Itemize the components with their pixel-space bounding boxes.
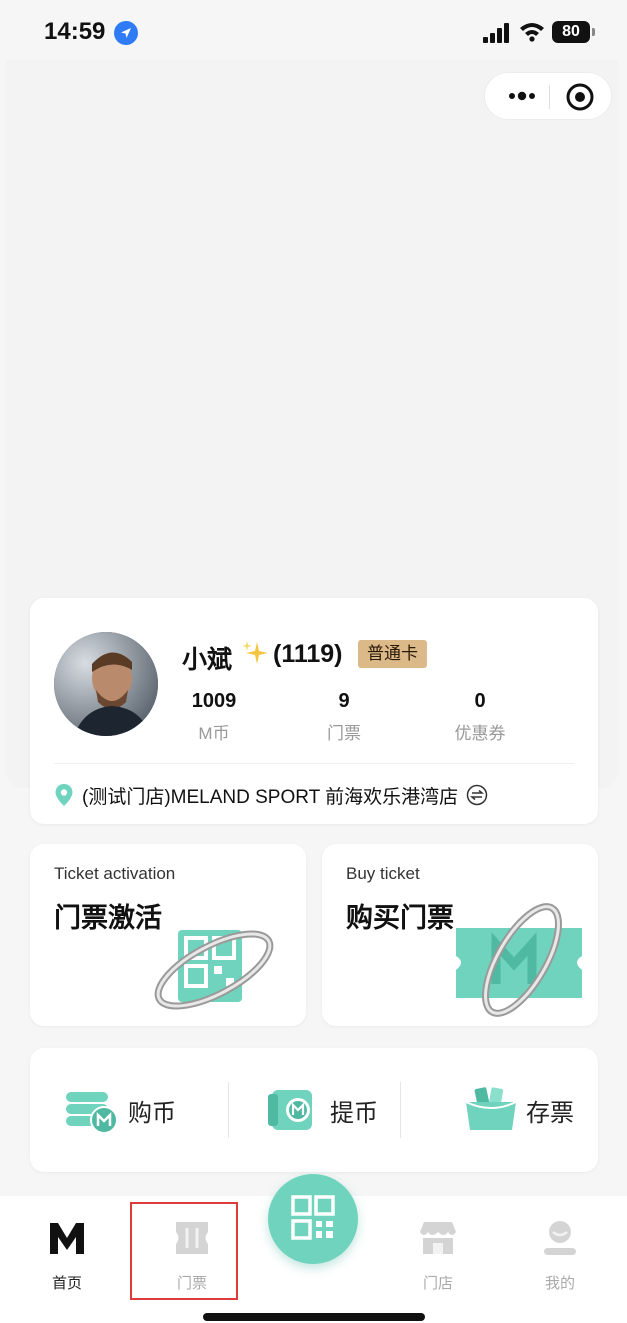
quick-actions-card: 购币 提币 存票 [30, 1048, 598, 1172]
meland-logo-icon [50, 1223, 84, 1254]
avatar[interactable] [54, 632, 158, 736]
location-pin-icon [55, 784, 73, 806]
home-indicator [203, 1313, 425, 1321]
withdraw-coin-label: 提币 [330, 1099, 378, 1127]
wifi-icon [520, 23, 544, 42]
buy-coin-label: 购币 [128, 1099, 176, 1127]
switch-store-icon[interactable] [466, 784, 488, 806]
stat-tickets-label: 门票 [327, 724, 361, 743]
miniprogram-capsule [484, 72, 612, 120]
status-bar: 14:59 80 [0, 0, 627, 64]
wallet-coin-icon [268, 1090, 312, 1130]
quick-divider [400, 1082, 401, 1138]
ticket-activation-label: 门票激活 [54, 903, 162, 933]
scan-qr-button[interactable] [268, 1174, 358, 1264]
stat-tickets-value: 9 [338, 690, 350, 712]
qr-code-icon [291, 1195, 335, 1240]
buy-ticket-card[interactable]: Buy ticket 购买门票 [322, 844, 598, 1026]
close-miniprogram-icon[interactable] [563, 80, 597, 114]
member-level-badge: 普通卡 [358, 640, 427, 668]
tab-mine-label: 我的 [544, 1275, 575, 1292]
profile-card: 小斌 (1119) 普通卡 1009 M币 9 门票 0 优惠券 (测试门店)M… [30, 598, 598, 824]
coin-stack-icon [66, 1092, 118, 1134]
qr-ring-illustration-icon [154, 930, 274, 1010]
ticket-activation-en-label: Ticket activation [54, 864, 176, 883]
tab-home-label: 首页 [51, 1275, 82, 1292]
tab-stores-label: 门店 [422, 1275, 453, 1292]
tab-mine[interactable]: 我的 [520, 1218, 600, 1293]
quick-divider [228, 1082, 229, 1138]
stat-coupons-label: 优惠券 [454, 724, 506, 743]
ticket-activation-card[interactable]: Ticket activation 门票激活 [30, 844, 306, 1026]
sparkle-icon [242, 641, 268, 664]
stat-tickets[interactable]: 9 门票 [284, 690, 404, 744]
stat-coins[interactable]: 1009 M币 [154, 690, 274, 744]
cellular-signal-icon [483, 23, 509, 43]
storefront-icon [420, 1222, 456, 1254]
buy-coin-button[interactable]: 购币 [64, 1048, 176, 1172]
ticket-box-icon [465, 1087, 517, 1130]
stat-coupons-value: 0 [474, 690, 486, 712]
stat-coins-label: M币 [198, 724, 230, 743]
more-options-icon[interactable] [497, 73, 547, 119]
tab-stores[interactable]: 门店 [398, 1218, 478, 1293]
store-ticket-label: 存票 [526, 1099, 574, 1127]
user-profile-icon [544, 1221, 576, 1255]
tab-tickets-highlight [130, 1202, 238, 1300]
stat-coins-value: 1009 [191, 690, 237, 712]
profile-divider [54, 763, 574, 764]
withdraw-coin-button[interactable]: 提币 [266, 1048, 378, 1172]
buy-ticket-label: 购买门票 [346, 903, 454, 933]
ticket-ring-illustration-icon [456, 903, 582, 1017]
buy-ticket-en-label: Buy ticket [346, 864, 420, 883]
tab-home[interactable]: 首页 [27, 1218, 107, 1293]
user-id: (1119) [273, 640, 343, 668]
username: 小斌 [182, 646, 233, 674]
stat-coupons[interactable]: 0 优惠券 [420, 690, 540, 744]
battery-indicator: 80 [552, 21, 595, 43]
store-name: (测试门店)MELAND SPORT 前海欢乐港湾店 [82, 786, 459, 808]
capsule-divider [549, 85, 550, 109]
store-ticket-button[interactable]: 存票 [462, 1048, 574, 1172]
location-arrow-icon [114, 21, 138, 45]
store-selector[interactable]: (测试门店)MELAND SPORT 前海欢乐港湾店 [54, 782, 488, 808]
status-time: 14:59 [44, 18, 106, 45]
